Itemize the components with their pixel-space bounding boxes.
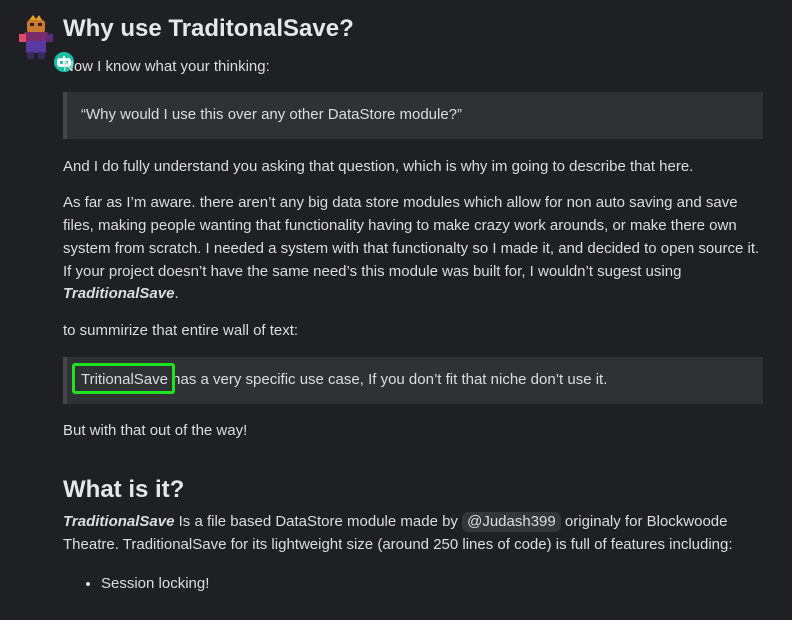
feature-list: Session locking! [101, 573, 763, 595]
list-item: Session locking! [101, 573, 763, 595]
avatar-image [15, 14, 59, 60]
paragraph-description: TraditionalSave Is a file based DataStor… [63, 511, 763, 556]
paragraph-description-a: Is a file based DataStore module made by [174, 513, 463, 531]
traditionalsave-emphasis: TraditionalSave [63, 285, 175, 303]
quote-summary-text: has a very specific use case, If you don… [167, 370, 608, 388]
paragraph-understand: And I do fully understand you asking tha… [63, 157, 694, 175]
green-highlight-box [72, 362, 175, 394]
paragraph-reasoning: As far as I’m aware. there aren’t any bi… [63, 192, 763, 306]
paragraph-summarize: to summirize that entire wall of text: [63, 321, 299, 339]
user-mention-link[interactable]: @Judash399 [462, 512, 561, 533]
traditionalsave-emphasis-2: TraditionalSave [63, 513, 175, 531]
heading-what-is-it: What is it? [63, 476, 185, 504]
paragraph-reasoning-end: . [174, 285, 179, 303]
intro-text: Now I know what your thinking: [63, 58, 270, 75]
paragraph-reasoning-text: As far as I’m aware. there aren’t any bi… [63, 194, 760, 280]
post-body: Why use TraditonalSave? Now I know what … [63, 14, 763, 595]
forum-post: Why use TraditonalSave? Now I know what … [0, 0, 792, 620]
paragraph-out-of-way: But with that out of the way! [63, 421, 248, 439]
heading-why-use: Why use TraditonalSave? [63, 15, 354, 42]
blockquote-summary: TritionalSave has a very specific use ca… [63, 356, 763, 404]
quote-question-text: “Why would I use this over any other Dat… [81, 105, 463, 123]
blockquote-question: “Why would I use this over any other Dat… [63, 91, 763, 139]
user-avatar[interactable] [15, 14, 76, 74]
